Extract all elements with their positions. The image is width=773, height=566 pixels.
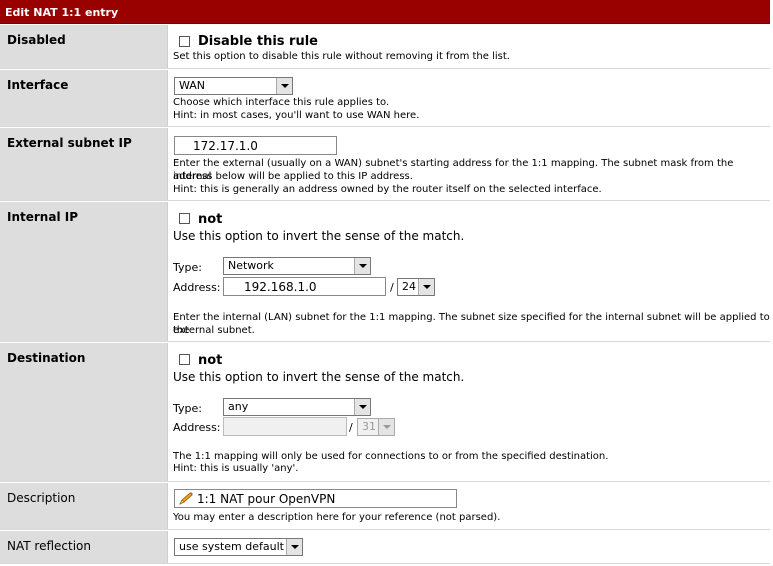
destination-invert-hint: Use this option to invert the sense of t… — [173, 370, 465, 384]
internal-mask-select[interactable]: 24 — [397, 278, 435, 296]
internal-ip-label: Internal IP — [0, 202, 168, 341]
destination-hint-1: The 1:1 mapping will only be used for co… — [173, 451, 609, 462]
nat-reflection-select[interactable]: use system default — [174, 538, 303, 556]
external-subnet-label: External subnet IP — [0, 128, 168, 200]
internal-type-label: Type: — [173, 261, 202, 274]
disabled-hint: Set this option to disable this rule wit… — [173, 51, 510, 62]
external-subnet-input[interactable]: 172.17.1.0 — [174, 136, 337, 155]
description-hint: You may enter a description here for you… — [173, 512, 501, 523]
chevron-down-icon[interactable] — [354, 399, 370, 415]
description-value: 1:1 NAT pour OpenVPN — [197, 492, 336, 506]
destination-address-label: Address: — [173, 421, 221, 434]
destination-hint-2: Hint: this is usually 'any'. — [173, 463, 299, 474]
interface-row: Interface WAN Choose which interface thi… — [0, 70, 770, 127]
internal-address-label: Address: — [173, 281, 221, 294]
external-subnet-row: External subnet IP 172.17.1.0 Enter the … — [0, 128, 770, 201]
internal-mask-slash: / — [390, 281, 394, 294]
internal-type-select[interactable]: Network — [223, 257, 371, 275]
nat-edit-page: Edit NAT 1:1 entry Disabled Disable this… — [0, 0, 773, 566]
chevron-down-icon[interactable] — [276, 78, 292, 94]
nat-reflection-row: NAT reflection use system default — [0, 531, 770, 564]
destination-label: Destination — [0, 343, 168, 481]
internal-hint-1: Enter the internal (LAN) subnet for the … — [173, 312, 770, 336]
destination-type-select[interactable]: any — [223, 398, 371, 416]
pencil-icon — [179, 492, 193, 505]
description-row: Description 1:1 NAT pour OpenVPN You may… — [0, 483, 770, 530]
destination-not-checkbox[interactable] — [179, 354, 190, 365]
internal-hint-2: external subnet. — [173, 325, 255, 336]
disable-rule-checkbox[interactable] — [179, 36, 190, 47]
destination-mask-select[interactable]: 31 — [357, 418, 395, 436]
destination-not-label[interactable]: not — [198, 353, 222, 368]
destination-type-selected: any — [228, 400, 249, 413]
nat-reflection-selected: use system default — [179, 540, 284, 553]
interface-hint-2: Hint: in most cases, you'll want to use … — [173, 110, 420, 121]
chevron-down-icon[interactable] — [354, 258, 370, 274]
destination-mask-slash: / — [349, 421, 353, 434]
nat-reflection-label: NAT reflection — [0, 531, 168, 563]
destination-mask-selected: 31 — [362, 420, 376, 433]
interface-label: Interface — [0, 70, 168, 126]
page-title: Edit NAT 1:1 entry — [0, 0, 770, 24]
external-hint-2: address below will be applied to this IP… — [173, 171, 413, 182]
chevron-down-icon[interactable] — [378, 419, 394, 435]
description-label: Description — [0, 483, 168, 529]
internal-ip-row: Internal IP not Use this option to inver… — [0, 202, 770, 342]
disabled-row: Disabled Disable this rule Set this opti… — [0, 25, 770, 69]
destination-type-label: Type: — [173, 402, 202, 415]
interface-select[interactable]: WAN — [174, 77, 293, 95]
destination-address-input[interactable] — [223, 417, 347, 436]
interface-selected: WAN — [179, 79, 206, 92]
internal-not-label[interactable]: not — [198, 212, 222, 227]
disable-rule-label[interactable]: Disable this rule — [198, 34, 318, 49]
internal-not-checkbox[interactable] — [179, 213, 190, 224]
chevron-down-icon[interactable] — [286, 539, 302, 555]
interface-hint-1: Choose which interface this rule applies… — [173, 97, 390, 108]
internal-address-input[interactable]: 192.168.1.0 — [223, 277, 386, 296]
disabled-label: Disabled — [0, 25, 168, 68]
internal-type-selected: Network — [228, 259, 274, 272]
internal-mask-selected: 24 — [402, 280, 416, 293]
internal-invert-hint: Use this option to invert the sense of t… — [173, 229, 465, 243]
description-input[interactable]: 1:1 NAT pour OpenVPN — [174, 489, 457, 508]
chevron-down-icon[interactable] — [418, 279, 434, 295]
destination-row: Destination not Use this option to inver… — [0, 343, 770, 482]
external-hint-3: Hint: this is generally an address owned… — [173, 184, 602, 195]
